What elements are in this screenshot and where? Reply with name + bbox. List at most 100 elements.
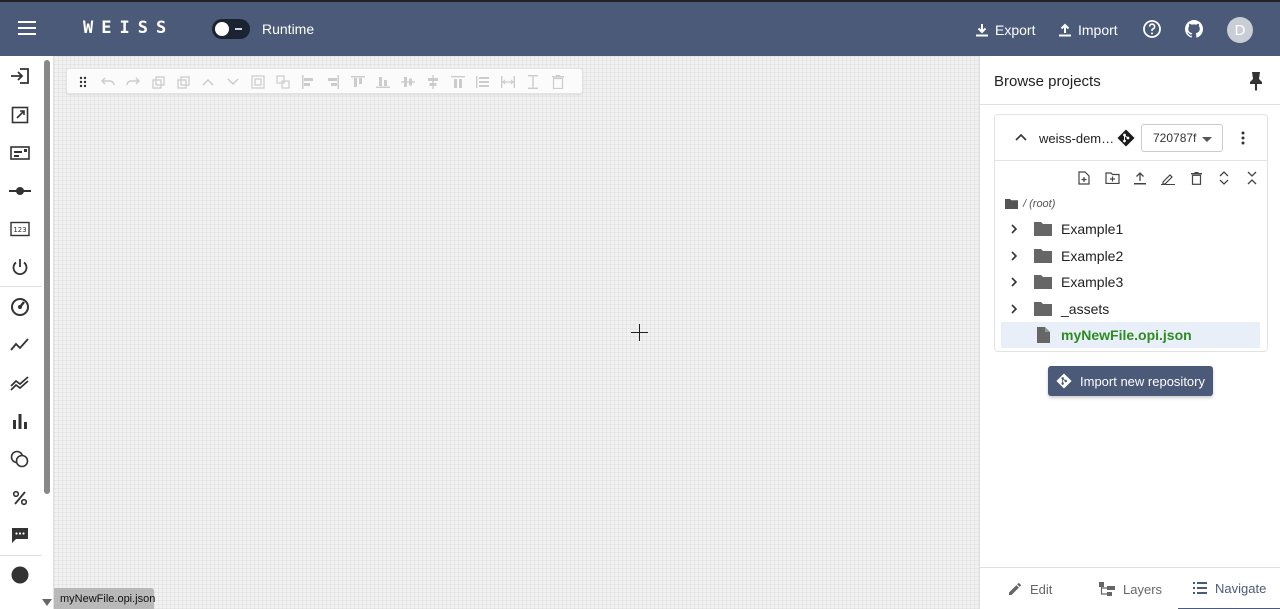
export-button[interactable]: Export	[975, 16, 1035, 44]
tree-item-mynewfile[interactable]: myNewFile.opi.json	[1001, 322, 1260, 348]
tree-item-label: Example1	[1061, 221, 1124, 237]
distribute-horizontal-icon[interactable]	[500, 74, 516, 90]
expand-all-icon[interactable]	[1216, 170, 1232, 186]
delete-icon[interactable]	[550, 74, 566, 90]
percent-icon[interactable]	[9, 487, 31, 509]
tree-item-example1[interactable]: Example1	[1001, 216, 1260, 242]
help-icon[interactable]	[1141, 18, 1163, 40]
tree-item-example2[interactable]: Example2	[1001, 243, 1260, 269]
group-icon[interactable]	[250, 74, 266, 90]
widget-toolbar: 123	[0, 56, 54, 609]
import-button[interactable]: Import	[1058, 16, 1118, 44]
collapse-all-icon[interactable]	[1244, 170, 1260, 186]
caret-down-icon	[1202, 137, 1212, 142]
scroll-down-arrow-icon[interactable]	[41, 596, 53, 608]
led-circle-icon[interactable]	[9, 564, 31, 586]
commit-select[interactable]: 720787f	[1141, 124, 1223, 152]
align-bottom-icon[interactable]	[375, 74, 391, 90]
bring-forward-icon[interactable]	[200, 74, 216, 90]
upload-file-icon[interactable]	[1132, 170, 1148, 186]
editor-canvas[interactable]: myNewFile.opi.json	[54, 56, 979, 609]
toolbar-divider	[0, 555, 42, 556]
ungroup-icon[interactable]	[275, 74, 291, 90]
delete-file-icon[interactable]	[1188, 170, 1204, 186]
root-path[interactable]: / (root)	[1005, 198, 1055, 210]
github-icon[interactable]	[1183, 18, 1205, 40]
root-label: / (root)	[1023, 198, 1056, 210]
align-left-icon[interactable]	[300, 74, 316, 90]
panel-tabs: Edit Layers Navigate	[980, 567, 1280, 609]
gauge-icon[interactable]	[9, 296, 31, 318]
tab-edit[interactable]: Edit	[1008, 568, 1052, 609]
user-avatar[interactable]: D	[1227, 17, 1253, 43]
canvas-toolbar	[66, 68, 583, 94]
distribute-vertical-icon[interactable]	[450, 74, 466, 90]
text-cursor-icon[interactable]	[525, 74, 541, 90]
toolbar-divider	[0, 286, 42, 287]
align-right-icon[interactable]	[325, 74, 341, 90]
chevron-right-icon[interactable]	[1007, 275, 1021, 289]
more-vert-icon[interactable]	[1235, 130, 1251, 146]
pin-icon[interactable]	[1247, 71, 1265, 91]
download-icon	[976, 24, 988, 37]
tab-label: Layers	[1123, 581, 1163, 597]
import-repository-button[interactable]: Import new repository	[1048, 366, 1213, 396]
toolbar-scrollbar[interactable]	[44, 60, 50, 494]
chevron-right-icon[interactable]	[1007, 222, 1021, 236]
coins-icon[interactable]	[9, 448, 31, 470]
multi-line-chart-icon[interactable]	[9, 372, 31, 394]
tree-item-label: myNewFile.opi.json	[1061, 327, 1192, 343]
git-icon	[1056, 373, 1072, 389]
import-label: Import	[1078, 22, 1118, 38]
copy-icon[interactable]	[150, 74, 166, 90]
comment-icon[interactable]	[9, 525, 31, 547]
new-file-icon[interactable]	[1076, 170, 1092, 186]
align-center-vertical-icon[interactable]	[425, 74, 441, 90]
login-icon[interactable]	[9, 65, 31, 87]
line-chart-icon[interactable]	[9, 334, 31, 356]
tab-navigate[interactable]: Navigate	[1178, 568, 1280, 609]
app-bar: WEISS Runtime Export Import D	[0, 0, 1280, 56]
new-folder-icon[interactable]	[1104, 170, 1120, 186]
chevron-up-icon[interactable]	[1013, 130, 1029, 146]
menu-icon[interactable]	[14, 14, 40, 42]
tree-item-label: Example2	[1061, 248, 1124, 264]
label-widget-icon[interactable]	[9, 142, 31, 164]
commit-value: 720787f	[1153, 131, 1197, 145]
chevron-right-icon[interactable]	[1007, 249, 1021, 263]
toggle-knob	[215, 22, 229, 36]
tab-layers[interactable]: Layers	[1099, 568, 1162, 609]
folder-icon	[1005, 199, 1018, 209]
folder-icon	[1034, 274, 1052, 290]
tree-item-assets[interactable]: _assets	[1001, 296, 1260, 322]
drag-handle-icon[interactable]	[75, 74, 91, 90]
open-external-icon[interactable]	[9, 104, 31, 126]
crosshair-cursor-icon	[631, 324, 648, 341]
app-logo: WEISS	[83, 18, 175, 38]
rename-icon[interactable]	[1160, 170, 1176, 186]
pencil-icon	[1009, 582, 1022, 595]
redo-icon[interactable]	[125, 74, 141, 90]
tree-item-example3[interactable]: Example3	[1001, 269, 1260, 295]
align-center-horizontal-icon[interactable]	[400, 74, 416, 90]
send-backward-icon[interactable]	[225, 74, 241, 90]
align-top-icon[interactable]	[350, 74, 366, 90]
file-icon	[1034, 327, 1052, 343]
chevron-right-icon[interactable]	[1007, 302, 1021, 316]
repository-header: weiss-dem… 720787f	[995, 115, 1267, 161]
slider-icon[interactable]	[9, 180, 31, 202]
panel-title: Browse projects	[994, 73, 1101, 90]
undo-icon[interactable]	[100, 74, 116, 90]
bar-chart-icon[interactable]	[9, 410, 31, 432]
tab-label: Edit	[1030, 581, 1053, 597]
numeric-input-icon[interactable]: 123	[9, 218, 31, 240]
open-file-tab[interactable]: myNewFile.opi.json	[54, 588, 155, 609]
runtime-label: Runtime	[262, 21, 315, 37]
git-icon	[1117, 129, 1135, 147]
distribute-list-icon[interactable]	[475, 74, 491, 90]
repository-name: weiss-dem…	[1039, 131, 1115, 146]
runtime-toggle[interactable]	[212, 19, 250, 39]
paste-icon[interactable]	[175, 74, 191, 90]
power-icon[interactable]	[9, 256, 31, 278]
